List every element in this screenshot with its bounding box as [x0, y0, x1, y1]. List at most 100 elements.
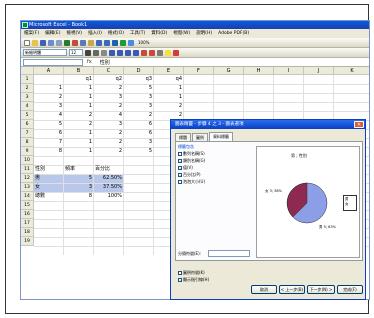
- option-leader-lines[interactable]: ✓ 顯示指引線(H): [178, 277, 209, 283]
- print-icon[interactable]: [48, 39, 54, 46]
- cell[interactable]: 1: [64, 84, 93, 93]
- font-name-box[interactable]: 新細明體: [23, 49, 67, 56]
- cell[interactable]: 女: [34, 183, 63, 192]
- cell[interactable]: 2: [94, 84, 123, 93]
- tab-titles[interactable]: 標題: [175, 133, 191, 141]
- percent-icon[interactable]: [149, 49, 155, 56]
- row-header[interactable]: 14: [21, 192, 34, 201]
- column-header[interactable]: D: [124, 67, 154, 75]
- cell[interactable]: q4: [154, 75, 183, 84]
- separator-select[interactable]: [208, 250, 250, 257]
- cell[interactable]: 男: [34, 174, 63, 183]
- row-header[interactable]: 9: [21, 147, 34, 156]
- cell[interactable]: 百分比: [94, 165, 123, 174]
- menu-format[interactable]: 格式(O): [108, 29, 124, 38]
- checkbox-checked[interactable]: ✓: [178, 166, 182, 171]
- menu-data[interactable]: 資料(D): [151, 29, 167, 38]
- menu-help[interactable]: 說明(H): [196, 29, 212, 38]
- row-header[interactable]: 11: [21, 165, 34, 174]
- cell[interactable]: 1: [34, 84, 63, 93]
- tab-data-labels[interactable]: 資料標籤: [209, 132, 233, 141]
- column-header[interactable]: K: [334, 67, 369, 75]
- cell[interactable]: 5: [124, 147, 153, 156]
- option-value[interactable]: ✓ 值(V): [178, 165, 193, 171]
- row-header[interactable]: 17: [21, 219, 34, 228]
- autosum-icon[interactable]: [112, 39, 118, 46]
- column-header[interactable]: I: [274, 67, 304, 75]
- cell[interactable]: 2: [64, 111, 93, 120]
- cell[interactable]: 2: [94, 102, 123, 111]
- cell[interactable]: 2: [124, 111, 153, 120]
- row-header[interactable]: 18: [21, 228, 34, 237]
- row-header[interactable]: 8: [21, 138, 34, 147]
- row-header[interactable]: 5: [21, 111, 34, 120]
- cell[interactable]: 2: [34, 93, 63, 102]
- next-button[interactable]: 下一步(N) >: [307, 285, 335, 294]
- checkbox[interactable]: [178, 152, 182, 156]
- italic-icon[interactable]: [93, 49, 99, 56]
- cell[interactable]: 2: [154, 102, 183, 111]
- menu-view[interactable]: 檢視(V): [66, 29, 82, 38]
- select-all-corner[interactable]: [21, 67, 34, 75]
- option-legend-key[interactable]: 圖例符號(K): [178, 270, 205, 276]
- cell[interactable]: 7: [34, 138, 63, 147]
- column-header[interactable]: B: [64, 67, 94, 75]
- cancel-button[interactable]: 取消: [251, 285, 277, 294]
- new-icon[interactable]: [24, 39, 30, 46]
- cell[interactable]: 8: [34, 147, 63, 156]
- row-header[interactable]: 12: [21, 174, 34, 183]
- row-header[interactable]: 10: [21, 156, 34, 165]
- cell[interactable]: 100%: [94, 192, 123, 201]
- font-color-icon[interactable]: [173, 49, 179, 56]
- cell[interactable]: 6: [124, 120, 153, 129]
- formula-input[interactable]: 性別: [100, 59, 110, 66]
- cell[interactable]: 37.50%: [94, 183, 123, 192]
- menu-adobe-pdf[interactable]: Adobe PDF(B): [218, 29, 249, 38]
- copy-icon[interactable]: [80, 39, 86, 46]
- chart-wizard-icon[interactable]: [128, 39, 134, 46]
- cell[interactable]: 1: [64, 102, 93, 111]
- cell[interactable]: 3: [124, 102, 153, 111]
- option-series-name[interactable]: 數列名稱(S): [178, 151, 205, 157]
- undo-icon[interactable]: [96, 39, 102, 46]
- option-bubble-size[interactable]: 泡泡大小(U): [178, 179, 205, 185]
- checkbox-checked[interactable]: ✓: [178, 173, 182, 178]
- cell[interactable]: 1: [64, 138, 93, 147]
- cell[interactable]: q1: [64, 75, 93, 84]
- zoom-box[interactable]: 100%: [138, 40, 149, 45]
- name-box[interactable]: [23, 58, 83, 66]
- cell[interactable]: 2: [94, 129, 123, 138]
- cell[interactable]: 1: [64, 147, 93, 156]
- font-size-box[interactable]: 12: [69, 49, 83, 56]
- cell[interactable]: 3: [94, 93, 123, 102]
- column-header[interactable]: E: [154, 67, 184, 75]
- cell[interactable]: 3: [124, 93, 153, 102]
- cell[interactable]: 3: [124, 138, 153, 147]
- option-category-name[interactable]: ✓ 類別名稱(G): [178, 158, 205, 164]
- cell[interactable]: 6: [124, 129, 153, 138]
- column-header[interactable]: A: [34, 67, 64, 75]
- column-header[interactable]: J: [304, 67, 334, 75]
- menu-edit[interactable]: 編輯(E): [45, 29, 60, 38]
- cell[interactable]: 2: [64, 120, 93, 129]
- cut-icon[interactable]: [72, 39, 78, 46]
- row-header[interactable]: 1: [21, 75, 34, 84]
- row-header[interactable]: 16: [21, 210, 34, 219]
- fx-icon[interactable]: fx: [87, 59, 92, 65]
- column-header[interactable]: H: [244, 67, 274, 75]
- cell[interactable]: 1: [64, 129, 93, 138]
- tab-legend[interactable]: 圖例: [192, 133, 208, 141]
- menu-window[interactable]: 視窗(W): [173, 29, 190, 38]
- row-header[interactable]: 6: [21, 120, 34, 129]
- redo-icon[interactable]: [104, 39, 110, 46]
- checkbox-checked[interactable]: ✓: [178, 278, 182, 283]
- bold-icon[interactable]: [85, 49, 91, 56]
- row-header[interactable]: 4: [21, 102, 34, 111]
- cell[interactable]: 1: [64, 93, 93, 102]
- column-header[interactable]: G: [214, 67, 244, 75]
- spelling-icon[interactable]: [64, 39, 70, 46]
- align-left-icon[interactable]: [109, 49, 115, 56]
- menu-tools[interactable]: 工具(T): [130, 29, 145, 38]
- currency-icon[interactable]: [141, 49, 147, 56]
- menu-insert[interactable]: 插入(I): [88, 29, 102, 38]
